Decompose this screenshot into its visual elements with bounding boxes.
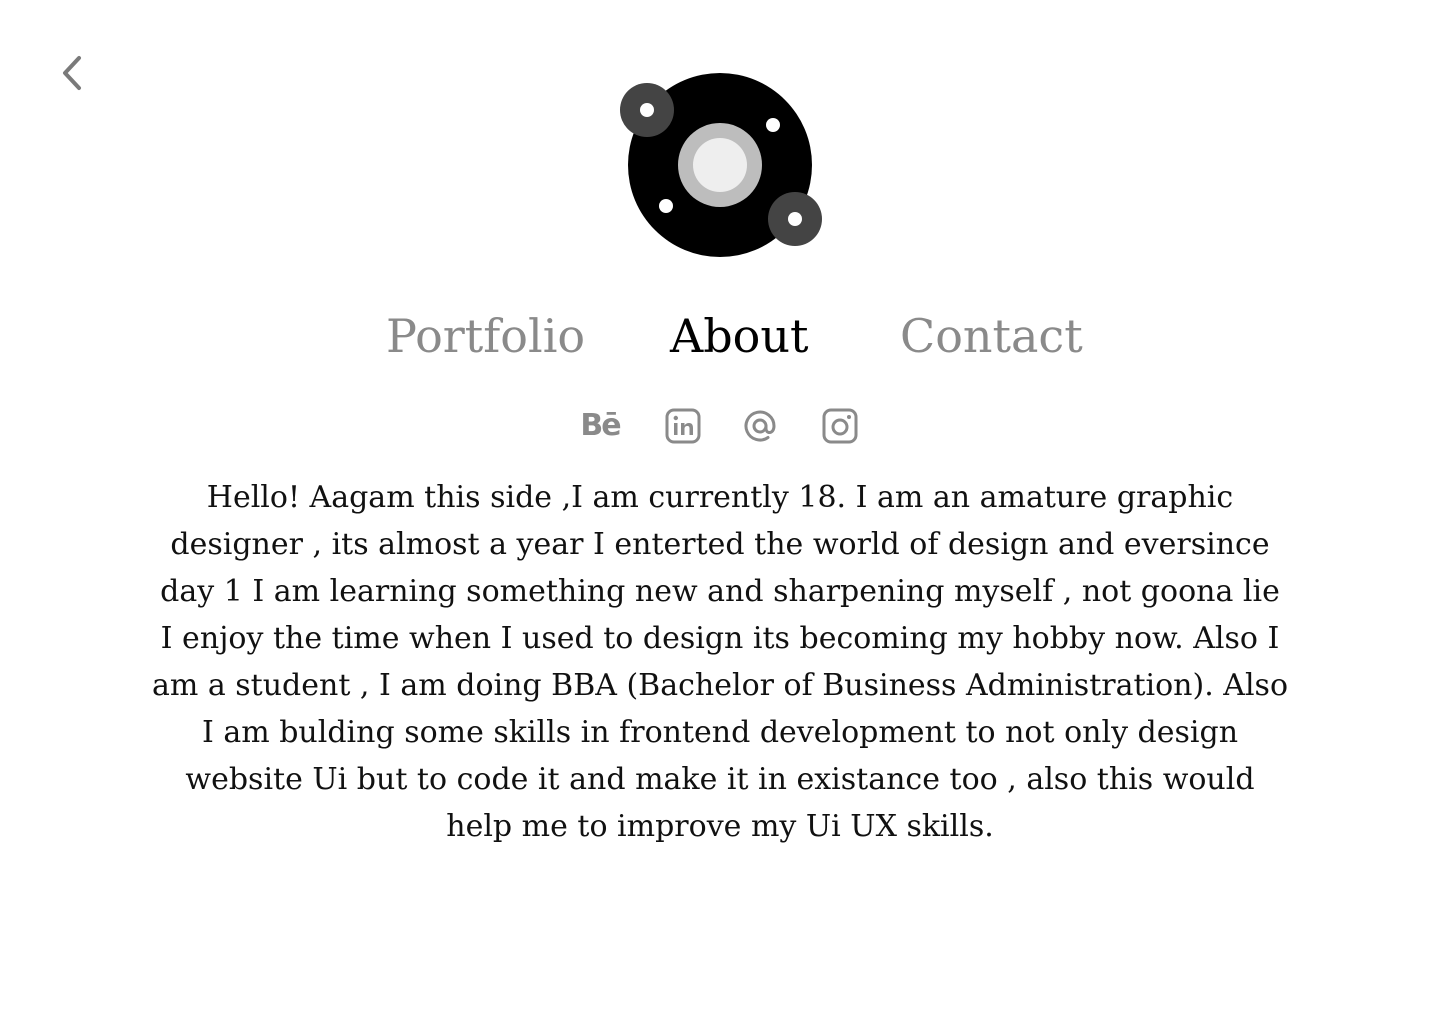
behance-link[interactable]: Bē — [578, 404, 622, 448]
email-link[interactable] — [738, 404, 782, 448]
nav-item-about[interactable]: About — [670, 304, 808, 368]
linkedin-link[interactable] — [661, 404, 705, 448]
back-button[interactable] — [52, 52, 92, 94]
orbit-logo-icon — [615, 68, 827, 264]
instagram-link[interactable] — [818, 404, 862, 448]
linkedin-icon — [665, 408, 701, 444]
nav-item-contact[interactable]: Contact — [900, 304, 1083, 368]
main-nav: Portfolio About Contact — [0, 304, 1440, 368]
instagram-icon — [822, 408, 858, 444]
behance-icon: Bē — [580, 408, 621, 443]
nav-item-portfolio[interactable]: Portfolio — [386, 304, 585, 368]
email-at-icon — [744, 410, 776, 442]
chevron-left-icon — [63, 56, 81, 90]
about-bio-text: Hello! Aagam this side ,I am currently 1… — [151, 480, 1288, 844]
social-links: Bē — [0, 404, 1440, 448]
